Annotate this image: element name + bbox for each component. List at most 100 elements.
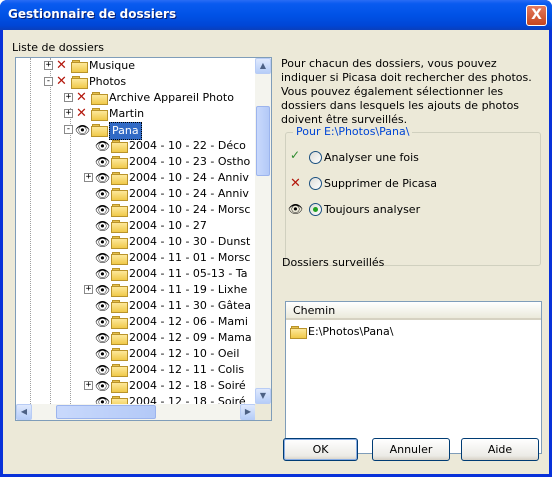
watched-eye-icon: 👁: [95, 235, 111, 249]
radio-always-scan-label[interactable]: Toujours analyser: [324, 203, 420, 216]
x-icon: ✕: [290, 176, 301, 191]
tree-node[interactable]: + 👁 2004 - 10 - 24 - Anniv: [16, 170, 256, 186]
excluded-x-icon: ✕: [56, 74, 67, 89]
description-text: Pour chacun des dossiers, vous pouvez in…: [281, 57, 532, 126]
expand-icon[interactable]: +: [64, 93, 73, 102]
scroll-left-button[interactable]: ◀: [16, 404, 32, 420]
folder-icon: [71, 60, 88, 73]
watched-eye-icon: 👁: [95, 331, 111, 345]
tree-node-label: 2004 - 10 - 30 - Dunst: [129, 235, 251, 248]
radio-remove-label[interactable]: Supprimer de Picasa: [324, 177, 437, 190]
radio-remove-from-picasa[interactable]: [309, 177, 322, 190]
horizontal-scroll-thumb[interactable]: [56, 405, 156, 419]
folder-icon: [111, 172, 128, 185]
tree-node-label: 2004 - 10 - 24 - Anniv: [129, 187, 249, 200]
eye-icon: 👁: [288, 202, 304, 216]
tree-node[interactable]: + ✕ Musique: [16, 58, 256, 74]
dialog-window: Gestionnaire de dossiers X Liste de doss…: [0, 0, 552, 477]
expand-icon[interactable]: +: [84, 173, 93, 182]
expand-icon[interactable]: +: [84, 381, 93, 390]
scrollbar-corner: [255, 404, 271, 420]
watched-eye-icon: 👁: [95, 379, 111, 393]
folder-icon: [111, 268, 128, 281]
close-button[interactable]: X: [526, 5, 547, 26]
folder-icon: [91, 124, 108, 137]
horizontal-scrollbar[interactable]: ◀ ▶: [16, 404, 256, 420]
radio-analyze-once-label[interactable]: Analyser une fois: [324, 151, 419, 164]
watched-eye-icon: 👁: [95, 395, 111, 404]
tree-node[interactable]: 👁 2004 - 12 - 10 - Oeil: [16, 346, 256, 362]
tree-node[interactable]: 👁 2004 - 10 - 23 - Ostho: [16, 154, 256, 170]
folder-icon: [111, 188, 128, 201]
tree-node[interactable]: + 👁 2004 - 12 - 18 - Soiré: [16, 378, 256, 394]
collapse-icon[interactable]: -: [64, 125, 73, 134]
folder-icon: [111, 220, 128, 233]
tree-node-label: 2004 - 12 - 06 - Mami: [129, 315, 248, 328]
tree-node[interactable]: 👁 2004 - 12 - 11 - Colis: [16, 362, 256, 378]
excluded-x-icon: ✕: [56, 58, 67, 73]
watched-eye-icon: 👁: [95, 283, 111, 297]
vertical-scroll-thumb[interactable]: [256, 106, 270, 176]
cancel-button[interactable]: Annuler: [372, 438, 450, 461]
tree-node[interactable]: 👁 2004 - 11 - 01 - Morsc: [16, 250, 256, 266]
radio-analyze-once[interactable]: [309, 151, 322, 164]
tree-node[interactable]: 👁 2004 - 12 - 09 - Mama: [16, 330, 256, 346]
watched-eye-icon: 👁: [95, 171, 111, 185]
tree-node[interactable]: + ✕ Martin: [16, 106, 256, 122]
watched-eye-icon: 👁: [75, 123, 91, 137]
tree-node-label: Musique: [89, 59, 135, 72]
folder-icon: [111, 284, 128, 297]
folder-tree[interactable]: + ✕ Musique - ✕ Photos + ✕ Archive Appareil Phot…: [15, 57, 272, 421]
ok-button[interactable]: OK: [283, 438, 358, 461]
watched-eye-icon: 👁: [95, 363, 111, 377]
tree-node-label: 2004 - 10 - 24 - Anniv: [129, 171, 249, 184]
tree-node-label: 2004 - 11 - 19 - Lixhe: [129, 283, 248, 296]
tree-node[interactable]: + 👁 2004 - 11 - 19 - Lixhe: [16, 282, 256, 298]
folder-icon: [111, 252, 128, 265]
tree-node[interactable]: 👁 2004 - 10 - 24 - Anniv: [16, 186, 256, 202]
watched-eye-icon: 👁: [95, 267, 111, 281]
watched-eye-icon: 👁: [95, 347, 111, 361]
tree-node[interactable]: - 👁 Pana: [16, 122, 256, 140]
tree-node[interactable]: 👁 2004 - 11 - 30 - Gâtea: [16, 298, 256, 314]
expand-icon[interactable]: +: [64, 109, 73, 118]
folder-icon: [111, 236, 128, 249]
tree-node[interactable]: 👁 2004 - 10 - 27: [16, 218, 256, 234]
help-button[interactable]: Aide: [461, 438, 539, 461]
collapse-icon[interactable]: -: [44, 77, 53, 86]
list-column-header[interactable]: Chemin: [286, 302, 541, 320]
tree-node[interactable]: 👁 2004 - 10 - 30 - Dunst: [16, 234, 256, 250]
scroll-right-button[interactable]: ▶: [240, 404, 256, 420]
folder-list-label: Liste de dossiers: [12, 41, 104, 54]
tree-node[interactable]: + ✕ Archive Appareil Photo: [16, 90, 256, 106]
scroll-down-button[interactable]: ▼: [255, 388, 271, 404]
radio-always-scan[interactable]: [309, 203, 322, 216]
vertical-scrollbar[interactable]: ▲ ▼: [255, 58, 271, 404]
folder-icon: [71, 76, 88, 89]
expand-icon[interactable]: +: [84, 285, 93, 294]
tree-node-label: 2004 - 10 - 24 - Morsc: [129, 203, 251, 216]
watched-eye-icon: 👁: [95, 187, 111, 201]
tree-node[interactable]: - ✕ Photos: [16, 74, 256, 90]
folder-icon: [111, 332, 128, 345]
folder-icon: [91, 92, 108, 105]
watched-eye-icon: 👁: [95, 299, 111, 313]
scroll-up-button[interactable]: ▲: [255, 58, 271, 74]
tree-node[interactable]: 👁 2004 - 12 - 06 - Mami: [16, 314, 256, 330]
folder-icon: [111, 364, 128, 377]
folder-icon: [111, 396, 128, 404]
watched-folders-list[interactable]: Chemin E:\Photos\Pana\: [285, 301, 542, 454]
tree-node[interactable]: 👁 2004 - 10 - 22 - Déco: [16, 138, 256, 154]
tree-node[interactable]: 👁 2004 - 11 - 05-13 - Ta: [16, 266, 256, 282]
watched-eye-icon: 👁: [95, 219, 111, 233]
folder-icon: [111, 204, 128, 217]
folder-icon: [111, 380, 128, 393]
watched-folders-label: Dossiers surveillés: [282, 256, 385, 269]
tree-node[interactable]: 👁 2004 - 12 - 18 - Soiré: [16, 394, 256, 404]
folder-icon: [111, 316, 128, 329]
watched-eye-icon: 👁: [95, 139, 111, 153]
tree-node[interactable]: 👁 2004 - 10 - 24 - Morsc: [16, 202, 256, 218]
check-icon: ✓: [290, 148, 301, 162]
expand-icon[interactable]: +: [44, 61, 53, 70]
title-bar[interactable]: Gestionnaire de dossiers X: [0, 0, 552, 30]
